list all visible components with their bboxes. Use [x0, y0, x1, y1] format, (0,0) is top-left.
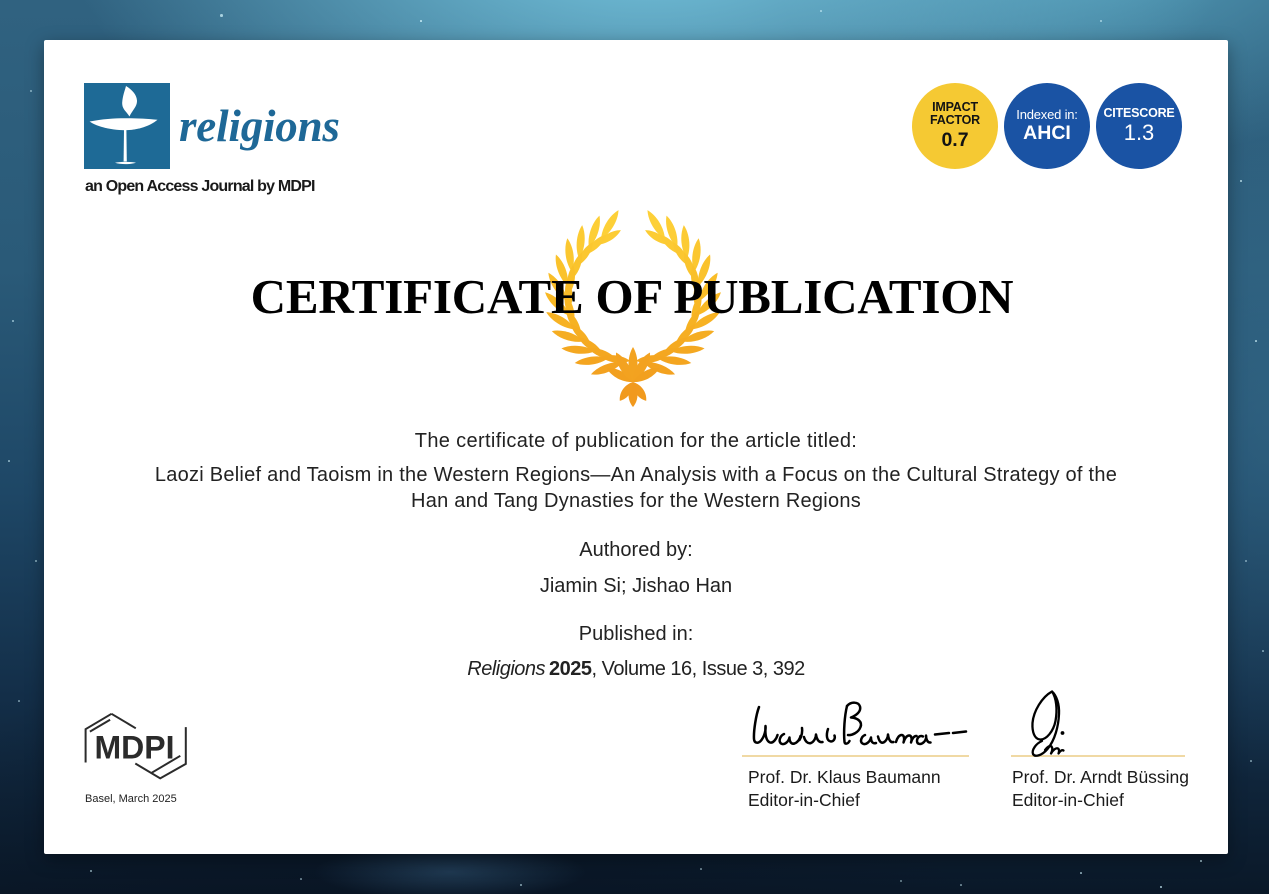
svg-text:MDPI: MDPI — [95, 729, 175, 765]
